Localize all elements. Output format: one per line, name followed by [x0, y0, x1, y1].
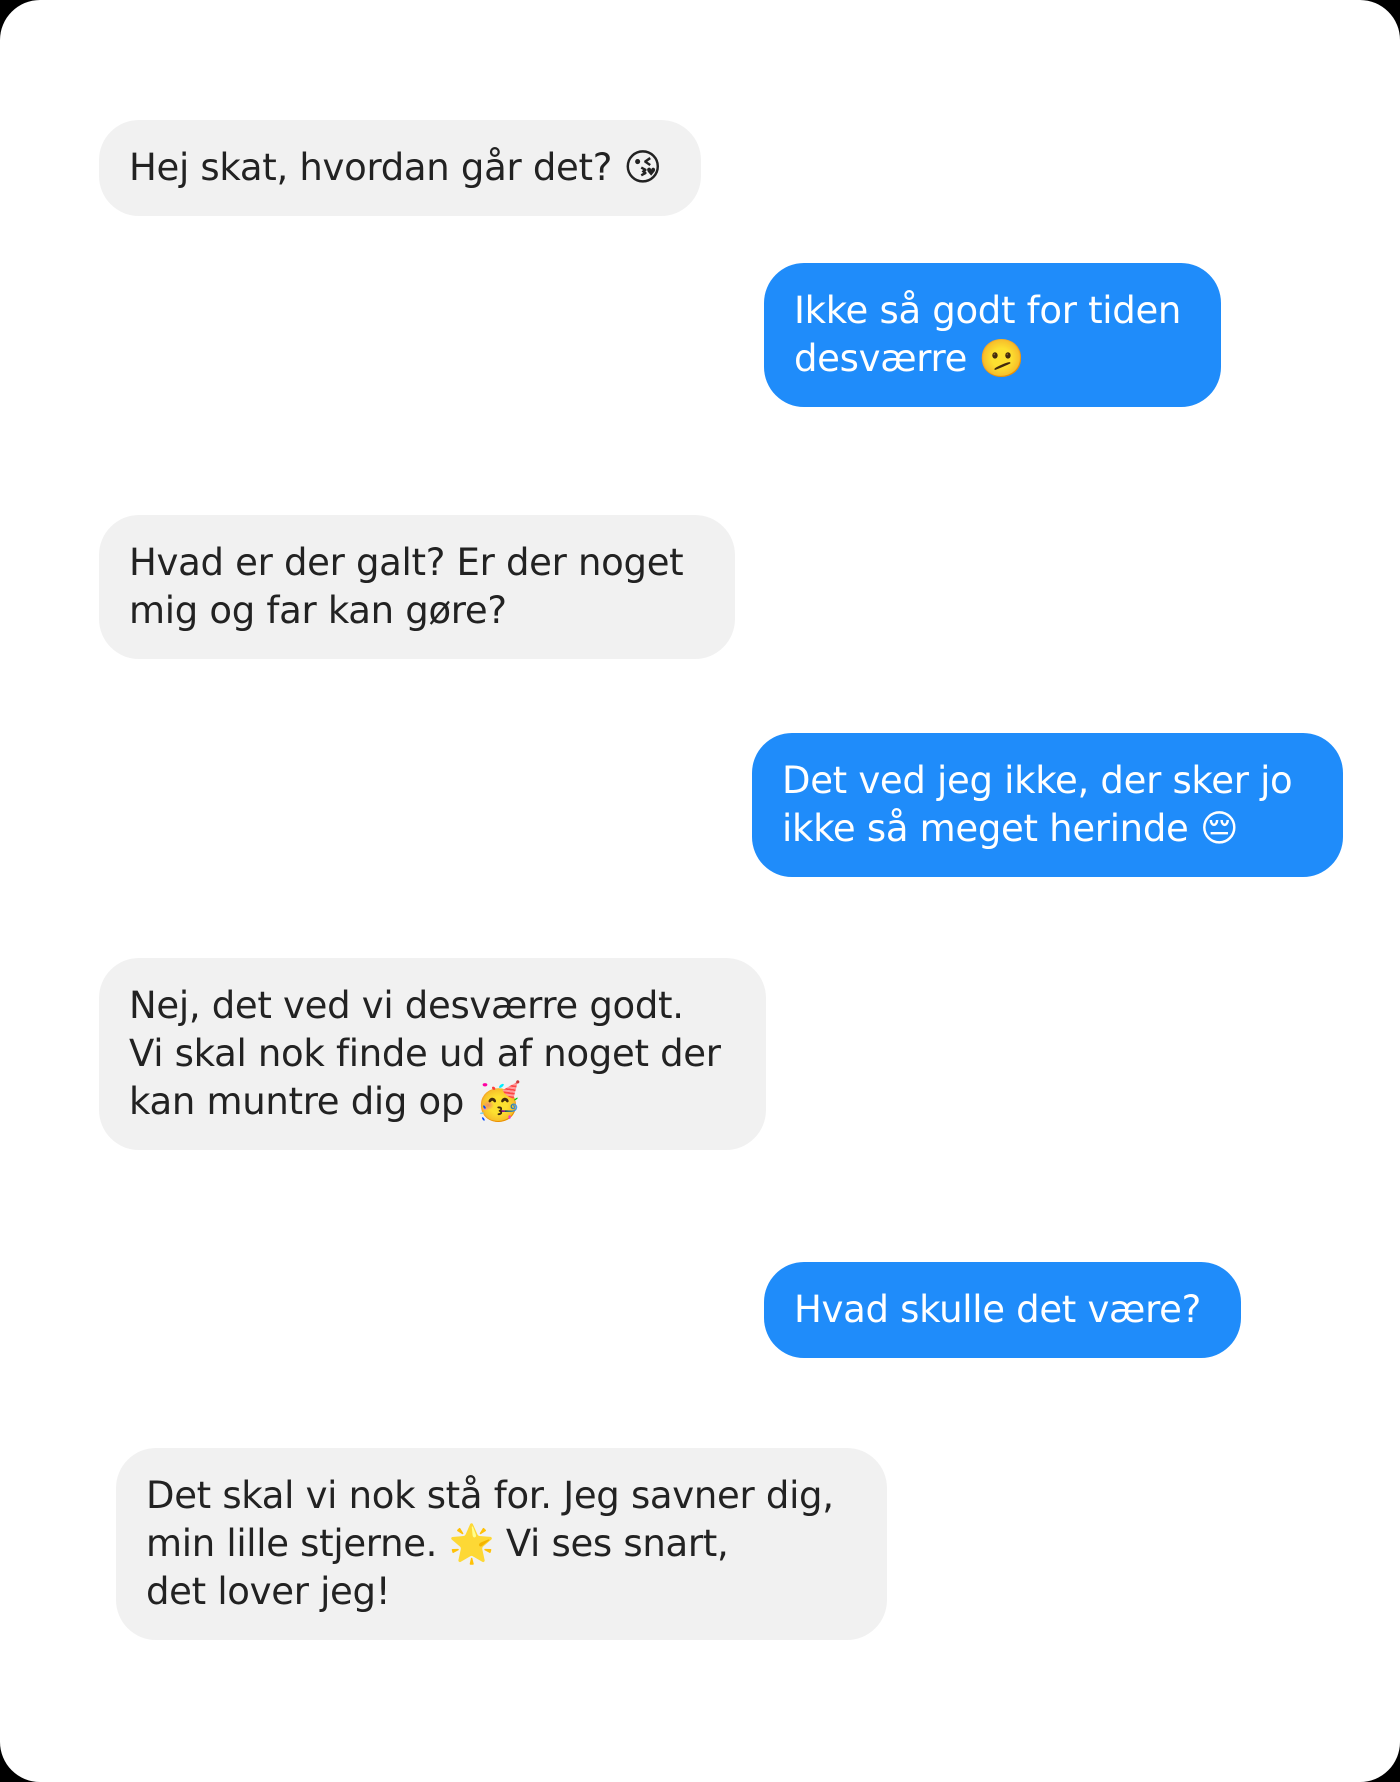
message-bubble-received: Nej, det ved vi desværre godt. Vi skal n…: [99, 958, 766, 1150]
message-bubble-sent: Det ved jeg ikke, der sker jo ikke så me…: [752, 733, 1343, 877]
message-bubble-received: Hej skat, hvordan går det? 😘: [99, 120, 701, 216]
message-bubble-sent: Hvad skulle det være?: [764, 1262, 1241, 1358]
chat-panel: Hej skat, hvordan går det? 😘 Ikke så god…: [0, 0, 1400, 1782]
message-bubble-sent: Ikke så godt for tiden desværre 🫤: [764, 263, 1221, 407]
message-bubble-received: Det skal vi nok stå for. Jeg savner dig,…: [116, 1448, 887, 1640]
message-bubble-received: Hvad er der galt? Er der noget mig og fa…: [99, 515, 735, 659]
